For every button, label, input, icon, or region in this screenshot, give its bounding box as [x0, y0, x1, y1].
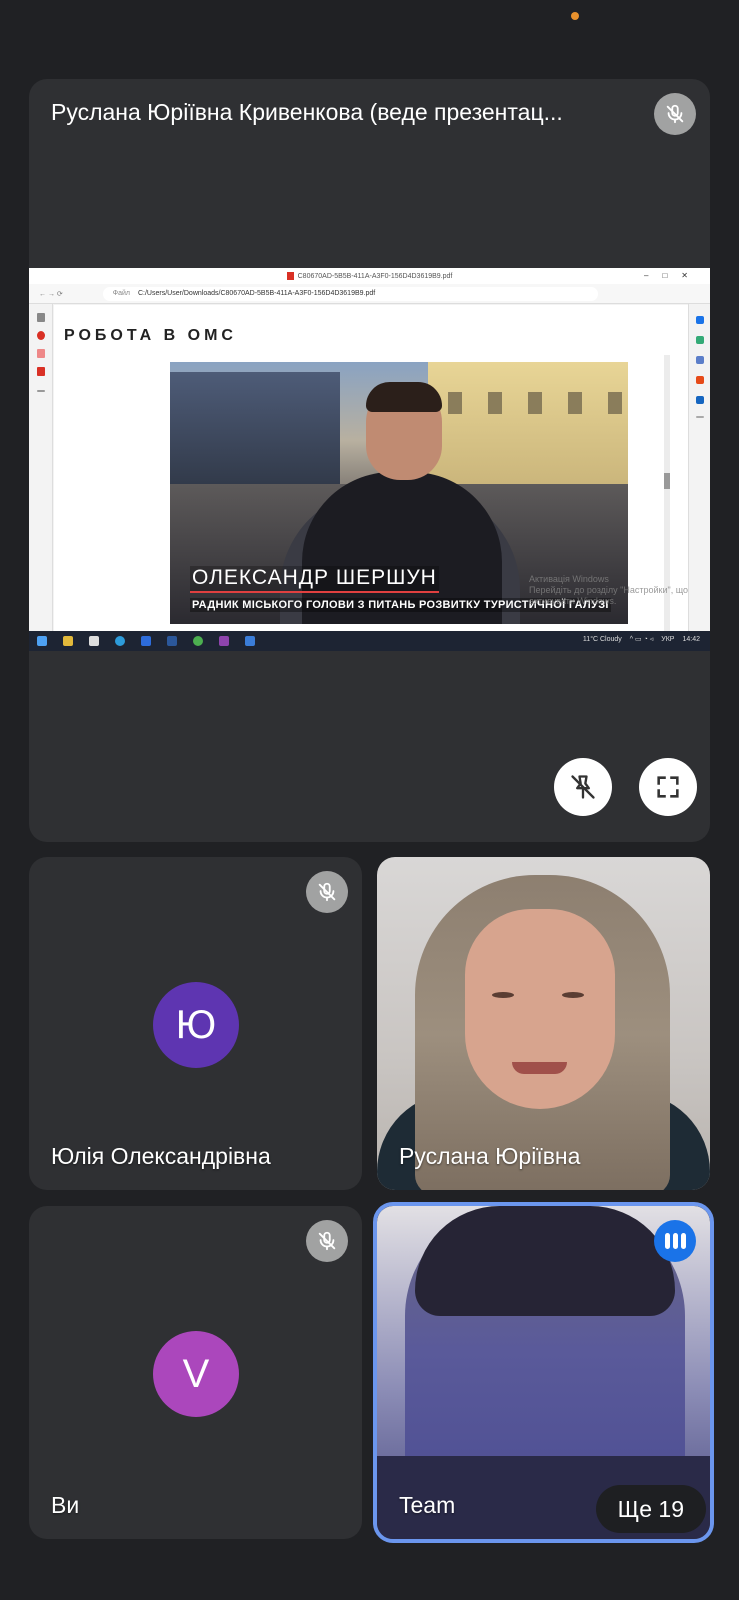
address-label: Файл — [112, 290, 130, 297]
page-icon — [36, 349, 45, 358]
page-icon — [36, 367, 45, 376]
nav-arrows-icon: ← → ⟳ — [39, 290, 63, 298]
add-icon — [695, 416, 704, 418]
watermark-line: Перейдіть до розділу "Настройки", щоб — [529, 585, 694, 595]
participant-tile[interactable]: Ю Юлія Олександрівна — [29, 857, 362, 1190]
thumbnail-icon — [36, 313, 45, 322]
person-image — [366, 382, 442, 412]
shared-screen: C80670AD-5B5B-411A-A3F0-156D4D3619B9.pdf… — [29, 268, 710, 651]
tray-icons: ^ ▭ ◔ ◃ — [629, 636, 654, 643]
start-icon — [37, 636, 47, 646]
participant-name: Юлія Олександрівна — [51, 1143, 271, 1169]
speaking-indicator-icon — [654, 1220, 696, 1262]
caption-name: ОЛЕКСАНДР ШЕРШУН — [190, 566, 439, 593]
avatar: V — [153, 1331, 239, 1417]
store-icon — [89, 636, 99, 646]
building-image — [170, 372, 340, 492]
window-titlebar: C80670AD-5B5B-411A-A3F0-156D4D3619B9.pdf… — [29, 268, 710, 284]
system-tray: 11°C Cloudy ^ ▭ ◔ ◃ УКР 14:42 — [575, 635, 700, 644]
participant-name: Руслана Юріївна — [399, 1143, 581, 1169]
window-controls: –□✕ — [644, 271, 702, 280]
office-icon — [695, 376, 704, 384]
mic-off-icon — [654, 93, 696, 135]
camera-feed — [377, 857, 710, 1190]
participant-name: Team — [399, 1492, 456, 1518]
fullscreen-icon — [657, 776, 679, 798]
folder-icon — [63, 636, 73, 646]
pdf-icon — [286, 272, 294, 280]
photos-icon — [245, 636, 255, 646]
search-icon — [695, 316, 704, 324]
address-url: C:/Users/User/Downloads/C80670AD-5B5B-41… — [137, 290, 376, 297]
unpin-button[interactable] — [554, 758, 612, 816]
record-icon — [36, 331, 45, 340]
presenter-name: Руслана Юріївна Кривенкова (веде презент… — [51, 99, 563, 125]
language-indicator: УКР — [661, 635, 675, 643]
outlook-icon — [695, 396, 704, 404]
tools-icon — [695, 336, 704, 344]
participant-tile-self[interactable]: V Ви — [29, 1206, 362, 1539]
weather-text: 11°C Cloudy — [582, 635, 622, 643]
people-icon — [695, 356, 704, 364]
app-icon — [193, 636, 203, 646]
unpin-icon — [571, 775, 595, 799]
mic-off-icon — [306, 1220, 348, 1262]
browser-sidebar — [688, 304, 710, 631]
fullscreen-button[interactable] — [639, 758, 697, 816]
edge-icon — [115, 636, 125, 646]
avatar: Ю — [153, 982, 239, 1068]
watermark-line: активувати Windows. — [529, 596, 617, 606]
watermark-line: Активація Windows — [529, 574, 609, 584]
participant-tile[interactable]: Руслана Юріївна — [377, 857, 710, 1190]
pdf-sidebar — [29, 304, 53, 631]
zoom-icon — [141, 636, 151, 646]
participant-name: Ви — [51, 1492, 80, 1518]
browser-toolbar: ← → ⟳ Файл C:/Users/User/Downloads/C8067… — [29, 284, 710, 304]
status-indicator-dot — [571, 12, 579, 20]
windows-taskbar: 11°C Cloudy ^ ▭ ◔ ◃ УКР 14:42 — [29, 631, 710, 651]
participant-tile-active-speaker[interactable]: Team Ще 19 — [373, 1202, 714, 1543]
clock: 14:42 — [682, 635, 700, 643]
word-icon — [167, 636, 177, 646]
slide-title: РОБОТА В ОМС — [64, 327, 237, 344]
mic-off-icon — [306, 871, 348, 913]
presenter-tile[interactable]: Руслана Юріївна Кривенкова (веде презент… — [29, 79, 710, 842]
building-image — [428, 362, 628, 492]
viber-icon — [219, 636, 229, 646]
add-icon — [36, 390, 45, 392]
address-bar: Файл C:/Users/User/Downloads/C80670AD-5B… — [102, 286, 598, 301]
window-title: C80670AD-5B5B-411A-A3F0-156D4D3619B9.pdf — [297, 272, 453, 280]
more-participants-button[interactable]: Ще 19 — [595, 1485, 706, 1533]
windows-activation-watermark: Активація Windows Перейдіть до розділу "… — [529, 574, 693, 607]
